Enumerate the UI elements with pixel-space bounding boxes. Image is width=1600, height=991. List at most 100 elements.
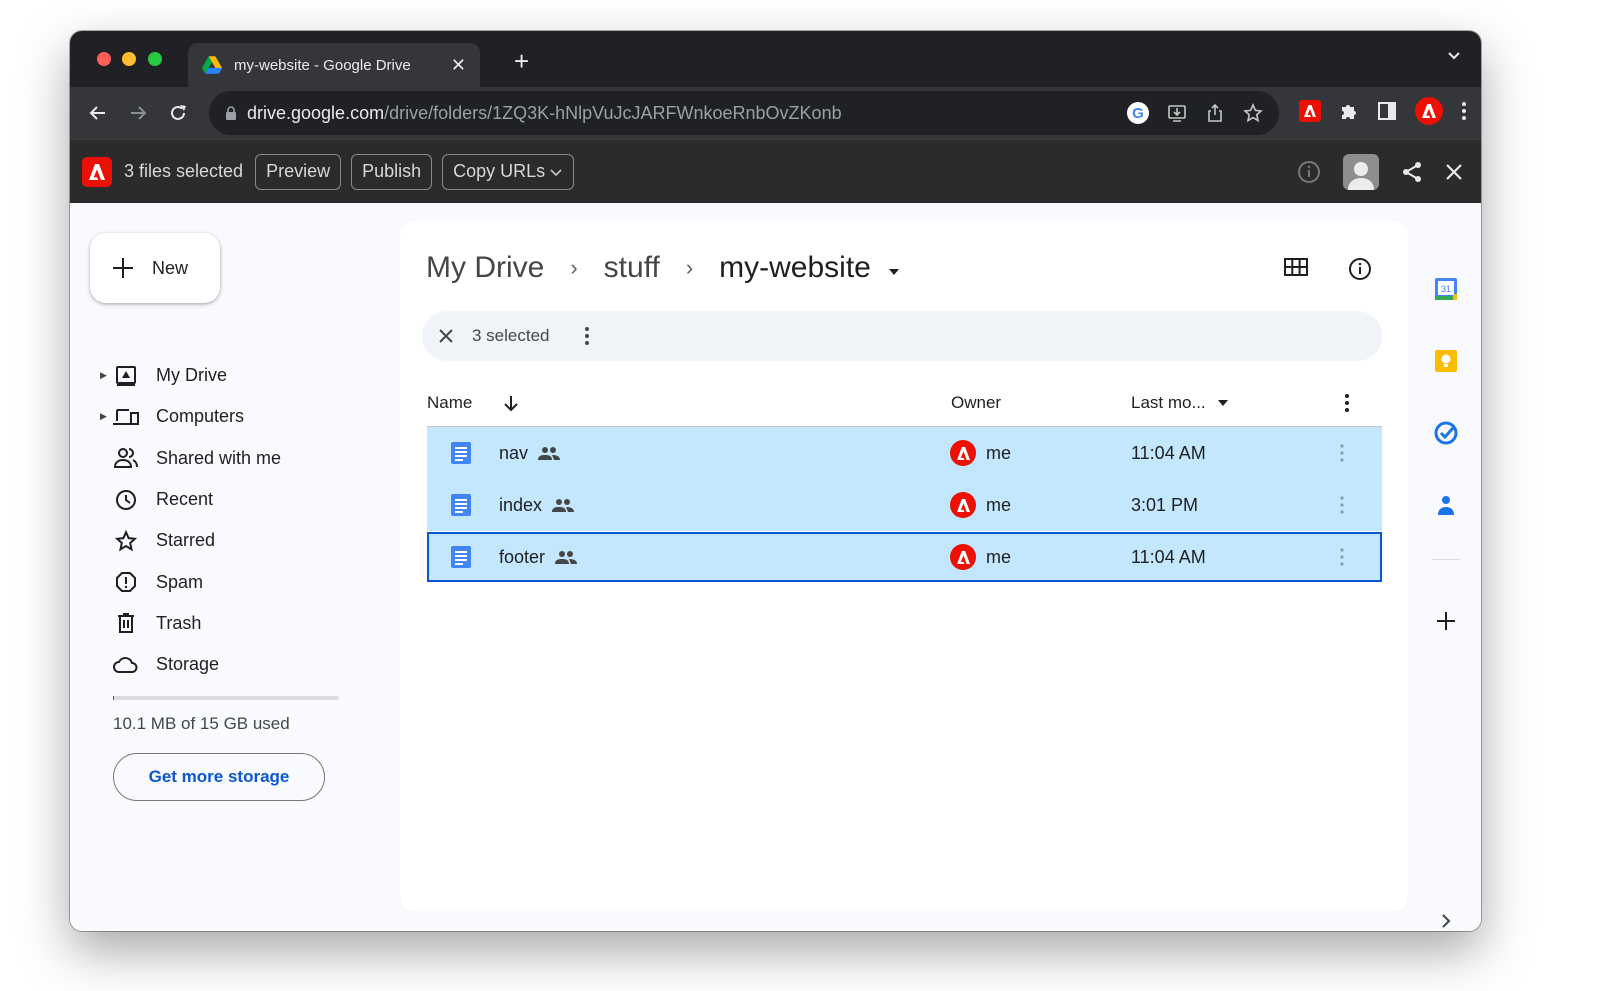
sidebar-item-starred[interactable]: Starred [100,520,281,561]
add-addon-icon[interactable] [1434,609,1458,633]
row-more-icon[interactable] [1339,495,1345,515]
column-name-label: Name [427,393,473,412]
sidebar-item-recent[interactable]: Recent [100,479,281,520]
expand-caret-icon[interactable]: ▶ [100,370,112,381]
file-browser: My Drive › stuff › my-website 3 selected… [400,221,1408,911]
sidebar-item-label: Recent [156,489,214,510]
address-bar[interactable]: drive.google.com/drive/folders/1ZQ3K-hNl… [209,91,1279,135]
more-actions-icon[interactable] [584,326,590,346]
sort-arrow-down-icon[interactable] [502,394,520,412]
breadcrumb-stuff[interactable]: stuff [604,251,660,285]
forward-button[interactable] [118,93,158,133]
lock-icon [226,106,236,120]
my-drive-icon [116,365,136,386]
google-doc-icon [451,494,471,516]
sidebar-item-shared-with-me[interactable]: Shared with me [100,438,281,479]
back-button[interactable] [78,93,118,133]
row-more-icon[interactable] [1339,443,1345,463]
user-avatar[interactable] [1343,154,1379,190]
computers-icon [113,408,139,425]
extensions-puzzle-icon[interactable] [1339,101,1359,121]
tasks-icon[interactable] [1434,421,1458,445]
sidebar-item-label: Computers [156,406,245,427]
calendar-icon[interactable]: 31 [1434,277,1458,301]
publish-button[interactable]: Publish [351,153,433,190]
column-owner[interactable]: Owner [951,393,1001,413]
close-window-button[interactable] [97,52,111,66]
column-options-icon[interactable] [1344,393,1350,413]
file-modified: 3:01 PM [1131,494,1199,515]
minimize-window-button[interactable] [122,52,136,66]
column-last-modified-label: Last mo... [1131,393,1206,412]
install-app-icon[interactable] [1167,103,1187,123]
shared-people-icon [538,447,561,460]
copy-urls-button[interactable]: Copy URLs [442,153,575,190]
arrow-right-icon [131,106,147,120]
grid-view-icon[interactable] [1284,257,1308,277]
owner-avatar [950,492,976,518]
sidebar-item-label: Spam [156,571,204,592]
clear-selection-icon[interactable] [438,328,454,344]
contacts-icon[interactable] [1434,493,1458,517]
sidebar-item-computers[interactable]: ▶ Computers [100,396,281,437]
close-icon[interactable] [1445,163,1463,181]
sidebar-item-storage[interactable]: Storage [100,644,281,685]
new-tab-button[interactable]: + [514,48,529,74]
google-lens-icon[interactable]: G [1127,102,1149,124]
bookmark-star-icon[interactable] [1243,103,1263,123]
owner-avatar [950,544,976,570]
browser-tab[interactable]: my-website - Google Drive ✕ [188,43,480,87]
row-more-icon[interactable] [1339,547,1345,567]
profile-avatar[interactable] [1415,97,1443,125]
column-last-modified[interactable]: Last mo... [1131,393,1230,413]
file-owner: me [986,442,1012,463]
file-row[interactable]: footer me 11:04 AM [427,532,1382,582]
tab-strip: my-website - Google Drive ✕ + [70,31,1481,87]
new-button[interactable]: New [90,233,220,303]
shared-icon [114,448,138,469]
breadcrumb: My Drive › stuff › my-website [426,251,901,285]
sidebar-item-trash[interactable]: Trash [100,603,281,644]
url-path: /drive/folders/1ZQ3K-hNlpVuJcJARFWnkoeRn… [384,102,842,123]
share-icon[interactable] [1401,161,1423,183]
side-panel-icon[interactable] [1377,101,1397,121]
person-icon [1348,162,1374,190]
adobe-extension-icon[interactable] [1299,100,1321,122]
expand-panel-chevron-icon[interactable] [1438,913,1454,929]
side-panel-rail: 31 [1410,203,1481,931]
storage-usage-text: 10.1 MB of 15 GB used [113,714,290,733]
file-row[interactable]: index me 3:01 PM [427,479,1382,531]
browser-menu-icon[interactable] [1461,101,1467,121]
url-host: drive.google.com [247,102,385,123]
expand-caret-icon[interactable]: ▶ [100,411,112,422]
get-more-storage-button[interactable]: Get more storage [113,753,325,801]
maximize-window-button[interactable] [148,52,162,66]
adobe-logo-icon [1422,104,1436,118]
new-button-label: New [152,257,189,278]
reload-button[interactable] [158,93,198,133]
sidebar-item-my-drive[interactable]: ▶ My Drive [100,355,281,396]
share-page-icon[interactable] [1205,103,1225,123]
sidebar-item-spam[interactable]: Spam [100,561,281,602]
column-name[interactable]: Name [427,393,520,413]
breadcrumb-current-folder[interactable]: my-website [719,251,901,285]
owner-avatar [950,440,976,466]
shared-people-icon [552,499,575,512]
preview-button[interactable]: Preview [255,153,342,190]
chevron-right-icon: › [685,255,694,280]
selection-status: 3 files selected [124,161,244,181]
file-row[interactable]: nav me 11:04 AM [427,427,1382,479]
cloud-icon [113,656,138,673]
info-icon[interactable] [1297,160,1321,184]
google-doc-icon [451,442,471,464]
chevron-down-icon [550,168,562,176]
close-tab-icon[interactable]: ✕ [451,55,466,76]
selection-count: 3 selected [472,326,550,345]
tab-search-chevron-icon[interactable] [1447,51,1461,61]
breadcrumb-my-drive[interactable]: My Drive [426,251,544,285]
details-info-icon[interactable] [1348,257,1372,281]
storage-usage-bar [113,696,339,700]
sidebar-item-label: Trash [156,612,202,633]
file-owner: me [986,494,1012,515]
keep-icon[interactable] [1434,349,1458,373]
